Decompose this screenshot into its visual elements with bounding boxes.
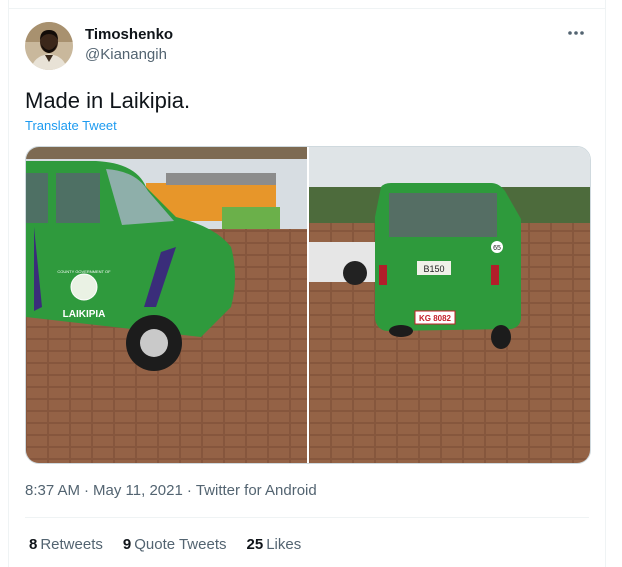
photo-right[interactable]: B150 KG 8082 65 (309, 147, 590, 463)
tweet-time[interactable]: 8:37 AM (25, 482, 80, 499)
tweet-text: Made in Laikipia. (25, 88, 191, 113)
front-plate: B150 (423, 264, 444, 274)
avatar[interactable] (25, 22, 73, 70)
retweets-stat[interactable]: 8 Retweets (29, 536, 103, 553)
stats-divider (25, 517, 589, 518)
photo-left[interactable]: COUNTY GOVERNMENT OF LAIKIPIA (26, 147, 307, 463)
quote-tweets-stat[interactable]: 9 Quote Tweets (123, 536, 227, 553)
engagement-stats: 8 Retweets 9 Quote Tweets 25 Likes (29, 536, 301, 553)
likes-label: Likes (266, 536, 302, 553)
author-handle[interactable]: @Kianangih (85, 46, 167, 63)
top-border (9, 8, 605, 9)
tweet-card: Timoshenko @Kianangih Made in Laikipia. … (8, 0, 606, 567)
svg-text:COUNTY GOVERNMENT OF: COUNTY GOVERNMENT OF (57, 269, 111, 274)
more-options-icon[interactable] (565, 22, 587, 44)
likes-stat[interactable]: 25 Likes (247, 536, 302, 553)
author-display-name[interactable]: Timoshenko (85, 26, 173, 43)
quotes-label: Quote Tweets (134, 536, 227, 553)
tweet-metadata: 8:37 AM · May 11, 2021 · Twitter for Android (25, 482, 317, 499)
likes-count: 25 (246, 536, 264, 553)
retweets-count: 8 (29, 536, 38, 553)
tweet-source[interactable]: Twitter for Android (196, 482, 317, 499)
separator-dot: · (84, 482, 90, 499)
tweet-date[interactable]: May 11, 2021 (93, 482, 183, 499)
quotes-count: 9 (122, 536, 132, 553)
rear-plate: KG 8082 (419, 314, 452, 323)
media-grid: COUNTY GOVERNMENT OF LAIKIPIA B150 KG 80… (25, 146, 591, 464)
translate-tweet-link[interactable]: Translate Tweet (25, 118, 117, 133)
vehicle-sticker: 65 (493, 245, 501, 252)
retweets-label: Retweets (40, 536, 103, 553)
separator-dot: · (186, 482, 192, 499)
vehicle-side-text: LAIKIPIA (63, 309, 106, 320)
